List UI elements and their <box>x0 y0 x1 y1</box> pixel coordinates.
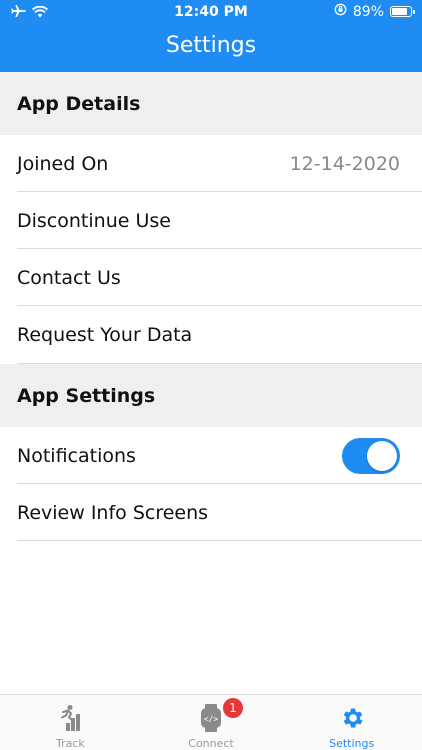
row-notifications: Notifications <box>0 427 422 484</box>
settings-list: App Details Joined On 12-14-2020 Discont… <box>0 72 422 541</box>
page-title: Settings <box>165 33 257 58</box>
battery-percent: 89% <box>352 3 384 20</box>
top-bar: 12:40 PM 89% Settings <box>0 0 422 72</box>
tab-track[interactable]: Track <box>0 695 141 750</box>
row-contact-us[interactable]: Contact Us <box>0 249 422 306</box>
discontinue-use-label: Discontinue Use <box>17 209 171 232</box>
contact-us-label: Contact Us <box>17 266 121 289</box>
row-request-your-data[interactable]: Request Your Data <box>0 306 422 364</box>
joined-on-value: 12-14-2020 <box>289 152 400 175</box>
row-discontinue-use[interactable]: Discontinue Use <box>0 192 422 249</box>
status-bar: 12:40 PM 89% <box>0 0 422 24</box>
orientation-lock-icon <box>334 3 347 20</box>
row-review-info-screens[interactable]: Review Info Screens <box>0 484 422 541</box>
tab-connect[interactable]: </> 1 Connect <box>141 695 282 750</box>
tab-connect-label: Connect <box>188 737 234 750</box>
tab-track-label: Track <box>55 737 85 750</box>
tab-settings-label: Settings <box>329 737 375 750</box>
svg-text:</>: </> <box>204 715 219 724</box>
section-header-app-settings: App Settings <box>0 364 422 427</box>
row-joined-on: Joined On 12-14-2020 <box>0 135 422 192</box>
joined-on-label: Joined On <box>17 152 109 175</box>
connect-badge: 1 <box>223 698 243 718</box>
gear-icon <box>338 703 366 733</box>
tab-settings[interactable]: Settings <box>281 695 422 750</box>
notifications-toggle[interactable] <box>342 437 400 474</box>
toggle-knob <box>367 440 397 471</box>
watch-code-icon: </> <box>197 703 225 733</box>
section-header-app-details: App Details <box>0 72 422 135</box>
status-right: 89% <box>334 3 415 20</box>
review-info-label: Review Info Screens <box>17 501 209 524</box>
track-icon <box>56 703 84 733</box>
request-data-label: Request Your Data <box>17 324 193 346</box>
tab-bar: Track </> 1 Connect Settings <box>0 694 422 750</box>
battery-icon <box>390 6 415 17</box>
notifications-label: Notifications <box>17 444 136 467</box>
